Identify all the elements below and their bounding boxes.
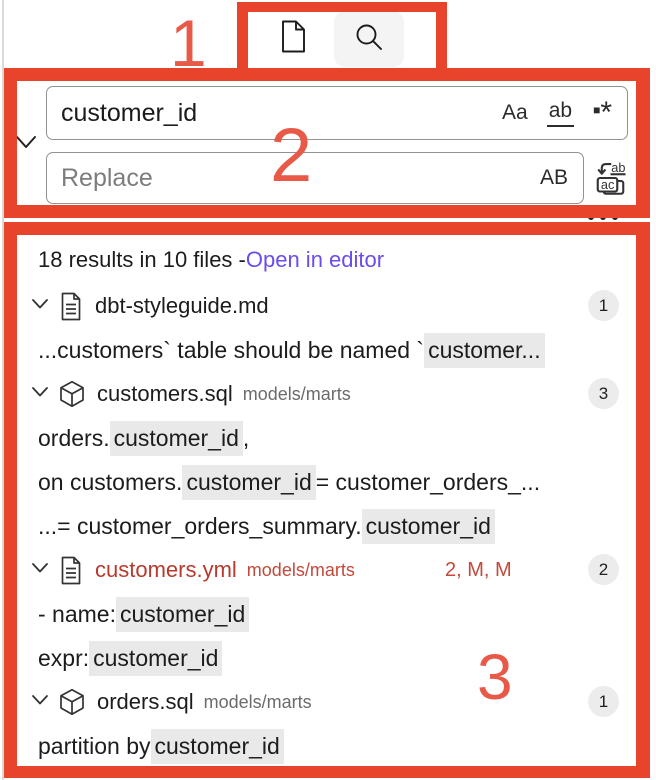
match-highlight: customer_id [115,596,250,632]
regex-toggle[interactable]: ■* [593,96,612,130]
match-case-toggle[interactable]: Aa [502,101,528,125]
match-highlight: customer... [424,332,545,368]
match-highlight: customer_id [182,464,316,500]
match-pre-text: expr: [38,644,90,671]
open-in-editor-link[interactable]: Open in editor [246,247,384,273]
whole-word-toggle[interactable]: ab [546,99,575,127]
new-file-icon [279,20,306,58]
panel-tabs [250,10,404,68]
match-pre-text: - name: [38,600,116,627]
file-name: dbt-styleguide.md [95,293,269,318]
svg-text:ac: ac [601,177,615,192]
svg-text:ab: ab [611,160,625,175]
file-result-row[interactable]: dbt-styleguide.md 1 [17,284,637,328]
match-pre-text: partition by [38,732,151,759]
match-count-badge: 1 [588,290,619,321]
replace-options: AB [540,166,583,190]
search-options: Aa ab ■* [502,96,627,130]
results-count-text: 18 results in 10 files - [38,247,246,272]
panel-left-border [2,0,4,780]
file-icon [59,556,83,585]
match-highlight: customer_id [89,640,223,676]
chevron-down-icon[interactable] [31,385,59,403]
match-pre-text: orders. [38,424,110,451]
results-list: dbt-styleguide.md 1 ...customers` table sh… [17,284,637,768]
git-problem-decoration: 2, M, M [445,558,512,581]
file-path: models/marts [246,559,355,580]
match-highlight: customer_id [109,420,243,456]
tab-search[interactable] [334,11,404,67]
match-result-row[interactable]: ...customers` table should be named ` cus… [17,328,637,372]
match-pre-text: on customers. [38,468,183,495]
results-summary: 18 results in 10 files - Open in editor [17,236,637,284]
annotation-number-1: 1 [170,6,207,80]
file-name: orders.sql [97,689,194,714]
chevron-down-icon[interactable] [31,561,59,579]
match-result-row[interactable]: ...= customer_orders_summary. customer_id [17,504,637,548]
match-pre-text: ...customers` table should be named ` [38,336,425,363]
file-result-row[interactable]: customers.sql models/marts 3 [17,372,637,416]
search-sidebar: Aa ab ■* AB ab ac 18 results in 10 fil [0,0,656,780]
search-results: 18 results in 10 files - Open in editor … [17,236,637,768]
chevron-down-icon[interactable] [31,297,59,315]
match-result-row[interactable]: partition by customer_id [17,724,637,768]
replace-input-box: AB [46,152,584,204]
file-result-row[interactable]: orders.sql models/marts 1 [17,680,637,724]
search-input[interactable] [47,98,503,128]
match-count-badge: 2 [588,554,619,585]
match-result-row[interactable]: on customers. customer_id = customer_orde… [17,460,637,504]
search-input-box: Aa ab ■* [46,86,628,140]
cube-icon [59,380,85,408]
match-post-text: , [242,424,250,451]
file-name: customers.yml [95,557,237,582]
tab-new-file[interactable] [250,10,334,68]
cube-icon [59,688,85,716]
regex-star-glyph: * [600,96,612,129]
replace-all-icon: ab ac [594,160,630,201]
match-result-row[interactable]: orders. customer_id, [17,416,637,460]
preserve-case-toggle[interactable]: AB [540,166,568,190]
file-path: models/marts [203,691,312,712]
match-count-badge: 3 [588,378,619,409]
toggle-replace-button[interactable] [15,135,37,155]
chevron-down-icon [15,136,37,154]
replace-input[interactable] [47,163,540,193]
file-path: models/marts [242,383,351,404]
match-result-row[interactable]: - name: customer_id [17,592,637,636]
match-highlight: customer_id [361,508,495,544]
match-count-badge: 1 [588,686,619,717]
match-result-row[interactable]: expr: customer_id [17,636,637,680]
chevron-down-icon[interactable] [31,693,59,711]
file-result-row[interactable]: customers.yml models/marts 2, M, M 2 [17,548,637,592]
match-pre-text: ...= customer_orders_summary. [38,512,362,539]
file-name: customers.sql [97,381,233,406]
replace-all-button[interactable]: ab ac [594,159,630,197]
match-highlight: customer_id [150,728,284,764]
more-actions-icon[interactable] [588,214,618,220]
file-icon [59,292,83,321]
match-post-text: = customer_orders_... [315,468,541,495]
search-icon [355,23,383,56]
